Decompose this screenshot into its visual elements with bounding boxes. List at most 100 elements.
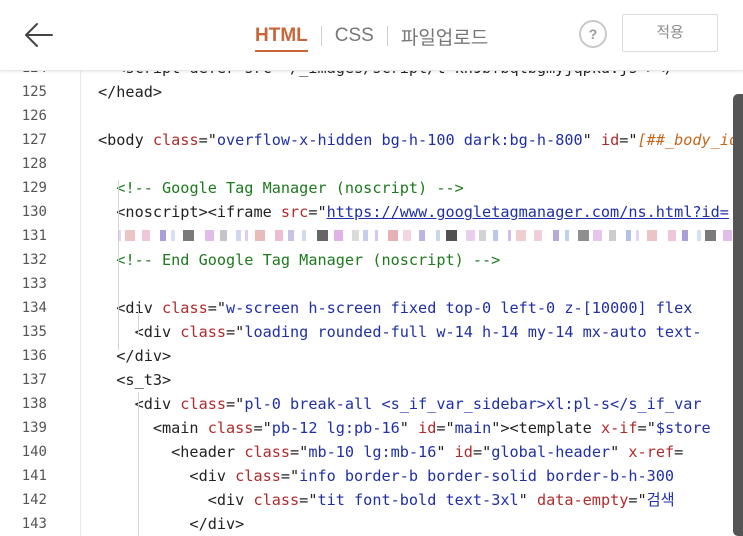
back-arrow-icon[interactable] [22, 18, 56, 52]
line-number-gutter: 124 125 126 127 128 129 130 131 132 133 134 135 136 1… [0, 70, 81, 536]
redacted-pixel [205, 230, 214, 241]
redacted-pixel [275, 230, 283, 241]
code-token: src [280, 203, 309, 221]
indent-guide [118, 180, 119, 350]
code-line: <main class="pb-12 lg:pb-16" id="main"><… [98, 416, 711, 440]
code-token: class [207, 419, 254, 437]
redacted-pixel [697, 230, 701, 241]
redacted-pixel [682, 230, 688, 241]
line-number: 140 [21, 444, 47, 460]
redacted-pixel [436, 230, 440, 241]
code-token: main [454, 419, 492, 437]
code-token: x-ref [628, 443, 675, 461]
code-token: =" [226, 323, 245, 341]
tab-divider [320, 26, 322, 46]
top-toolbar: HTML CSS 파일업로드 ? 적용 [0, 0, 743, 71]
code-token: =" [628, 491, 647, 509]
code-line: <!-- End Google Tag Manager (noscript) -… [98, 248, 500, 272]
redacted-pixel [334, 230, 343, 241]
redacted-pixel [479, 230, 486, 241]
redacted-pixel [466, 230, 475, 241]
code-line: </div> [98, 344, 171, 368]
code-token: https://www.googletagmanager.com/ns.html… [326, 203, 729, 221]
code-line: <div class="loading rounded-full w-14 h-… [98, 320, 702, 344]
code-line: <div class="info border-b border-solid b… [98, 464, 674, 488]
code-token: $store [655, 419, 711, 437]
redacted-pixel [375, 230, 378, 241]
line-number: 135 [21, 324, 47, 340]
code-token: 검색 [646, 491, 675, 509]
line-number: 129 [21, 180, 47, 196]
code-token: mb-10 lg:mb-16 [308, 443, 437, 461]
code-token: class [152, 131, 199, 149]
tab-html[interactable]: HTML [255, 25, 308, 52]
code-line: <s_t3> [98, 368, 171, 392]
code-token: loading rounded-full w-14 h-14 my-14 mx-… [244, 323, 702, 341]
redacted-pixel [255, 230, 265, 241]
line-number: 131 [21, 228, 47, 244]
line-number: 138 [21, 396, 47, 412]
indent-guide [138, 392, 139, 536]
line-number: 130 [21, 204, 47, 220]
redacted-pixel [593, 230, 602, 241]
code-token: <!-- End Google Tag Manager (noscript) -… [116, 251, 501, 269]
code-token: <div [98, 395, 181, 413]
tab-css[interactable]: CSS [335, 25, 374, 47]
code-token: </head> [98, 83, 163, 101]
code-editor[interactable]: 124 125 126 127 128 129 130 131 132 133 134 135 136 1… [0, 70, 743, 536]
code-token: =" [198, 131, 217, 149]
line-number: 136 [21, 348, 47, 364]
code-area[interactable]: <script defer src="/_images/script/t-kn9… [98, 70, 743, 536]
code-token: class [162, 299, 208, 317]
code-token: " [436, 443, 455, 461]
code-token: <div [98, 323, 181, 341]
line-number: 128 [21, 156, 47, 172]
code-token: = [674, 443, 684, 461]
line-number: 139 [21, 420, 47, 436]
line-number: 127 [21, 132, 47, 148]
code-token: x-if [600, 419, 638, 437]
redacted-pixel [565, 230, 569, 241]
code-line: <div class="w-screen h-screen fixed top-… [98, 296, 692, 320]
code-line: <div class =" tit font-bold text-3xl" data… [98, 488, 675, 512]
code-token: pl-0 break-all <s_if_var_sidebar>xl:pl-s… [244, 395, 702, 413]
code-token: =" [226, 395, 245, 413]
apply-button[interactable]: 적용 [622, 14, 718, 52]
code-token: id [454, 443, 473, 461]
redacted-pixel [516, 230, 526, 241]
code-token: class [235, 467, 281, 485]
code-token: class [253, 491, 300, 509]
code-token: </div> [98, 515, 245, 533]
code-line: <div class="pl-0 break-all <s_if_var_sid… [98, 392, 702, 416]
code-token: <script defer src="/_images/script/t-kn9… [98, 70, 674, 77]
redacted-pixel [446, 230, 457, 241]
redacted-pixel [647, 230, 657, 241]
help-icon[interactable]: ? [579, 20, 607, 48]
line-number: 124 [0, 70, 47, 80]
code-token: overflow-x-hidden bg-h-100 dark:bg-h-800 [216, 131, 583, 149]
code-token: </div> [98, 347, 172, 365]
code-token: info border-b border-solid border-b-h-30… [299, 467, 675, 485]
code-token: tit font-bold text-3xl [317, 491, 519, 509]
line-number: 141 [21, 468, 47, 484]
line-number: 125 [21, 84, 47, 100]
code-token: pb-12 lg:pb-16 [271, 419, 400, 437]
tab-file-upload[interactable]: 파일업로드 [401, 23, 488, 50]
code-token: <div [98, 491, 254, 509]
code-token: data-empty [536, 491, 629, 509]
redacted-pixel [125, 230, 135, 241]
redacted-pixel [553, 230, 559, 241]
redacted-pixel [160, 230, 166, 241]
code-token: " [518, 491, 537, 509]
code-token: class [180, 323, 227, 341]
code-token: [##_body_id_##] [637, 131, 743, 149]
redacted-pixel [245, 230, 248, 241]
redacted-pixel [705, 230, 716, 241]
redacted-pixel [352, 230, 359, 241]
vertical-scrollbar[interactable] [733, 94, 743, 536]
code-token: =" [472, 443, 492, 461]
code-token: global-header [491, 443, 611, 461]
code-token: " [610, 443, 629, 461]
